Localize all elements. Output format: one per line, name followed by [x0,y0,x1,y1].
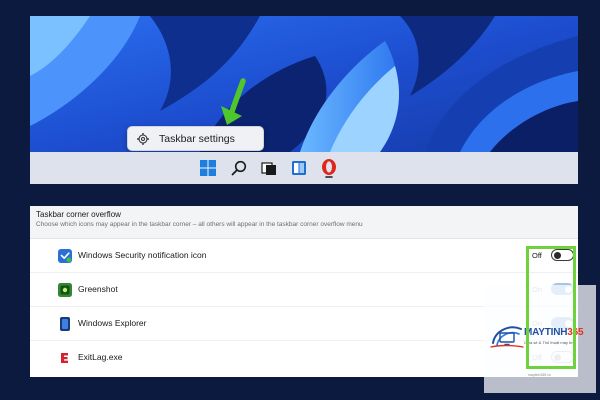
taskbar-settings-menu-item[interactable]: Taskbar settings [127,126,264,151]
windows-explorer-icon [60,317,70,331]
taskbar [30,152,578,184]
greenshot-icon [58,283,72,297]
taskbar-settings-label: Taskbar settings [159,132,235,145]
toggle-state: On [532,285,543,294]
section-title: Taskbar corner overflow [36,210,121,219]
windows-explorer-toggle[interactable] [551,317,574,329]
widgets-icon[interactable] [289,158,309,178]
toggle-knob [564,319,572,327]
search-icon[interactable] [229,158,249,178]
wallpaper-bloom [30,16,578,152]
list-item: Windows Security notification icon Off [30,239,578,273]
toggle-state: Off [532,251,542,260]
item-label: Windows Security notification icon [78,250,207,260]
section-subtitle: Choose which icons may appear in the tas… [36,221,363,228]
item-label: Windows Explorer [78,318,147,328]
toggle-state: Off [532,353,542,362]
item-label: ExitLag.exe [78,352,123,362]
list-item: Windows Explorer On [30,307,578,341]
start-icon[interactable] [198,158,218,178]
item-label: Greenshot [78,284,118,294]
gear-icon [137,132,149,145]
windows-security-icon [58,249,72,263]
windows-security-toggle[interactable] [551,249,574,261]
toggle-knob [554,353,561,361]
list-item: ExitLag.exe Off [30,341,578,375]
exitlag-toggle[interactable] [551,351,574,363]
desktop-screenshot: Taskbar settings [30,16,578,184]
exitlag-icon [58,351,72,365]
opera-browser-icon[interactable] [319,158,339,178]
list-item: Greenshot On [30,273,578,307]
toggle-state: On [532,319,543,328]
greenshot-toggle[interactable] [551,283,574,295]
toggle-knob [554,251,561,259]
section-header: Taskbar corner overflow Choose which ico… [30,206,578,239]
toggle-knob [564,285,572,293]
task-view-icon[interactable] [259,158,279,178]
taskbar-corner-overflow-panel: Taskbar corner overflow Choose which ico… [30,206,578,377]
